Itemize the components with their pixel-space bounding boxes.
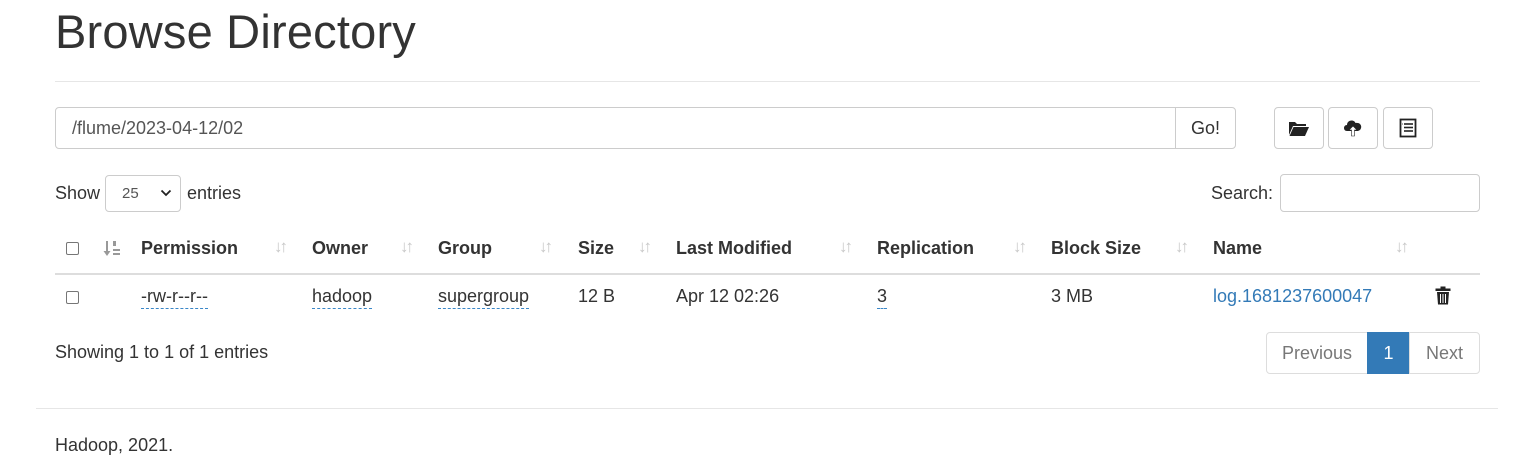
- block-size-cell: 3 MB: [1051, 286, 1094, 306]
- file-name-link[interactable]: log.1681237600047: [1213, 286, 1372, 307]
- owner-cell[interactable]: hadoop: [312, 286, 373, 309]
- create-directory-icon: [1289, 122, 1309, 136]
- group-cell[interactable]: supergroup: [438, 286, 530, 309]
- page-title: Browse Directory: [55, 5, 417, 58]
- column-header-name[interactable]: Name: [1213, 238, 1262, 259]
- size-cell: 12 B: [578, 286, 616, 306]
- column-header-block-size[interactable]: Block Size: [1051, 238, 1141, 259]
- page-length-value: 25: [122, 184, 139, 202]
- replication-cell[interactable]: 3: [877, 286, 888, 309]
- footer-divider: [36, 408, 1498, 409]
- column-header-size[interactable]: Size: [578, 238, 614, 259]
- path-bar: Go!: [55, 107, 1236, 149]
- last-modified-cell: Apr 12 02:26: [676, 286, 780, 306]
- cut-paste-icon: [1399, 118, 1417, 138]
- permission-cell[interactable]: -rw-r--r--: [141, 286, 208, 309]
- sort-group-icon[interactable]: ↓↑: [539, 237, 553, 257]
- previous-page-button[interactable]: Previous: [1266, 332, 1368, 374]
- chevron-down-icon: [160, 189, 172, 197]
- search-input[interactable]: [1280, 174, 1480, 212]
- table-header-divider: [55, 273, 1480, 275]
- column-header-last-modified[interactable]: Last Modified: [676, 238, 792, 259]
- select-all-checkbox[interactable]: [66, 242, 79, 255]
- trash-icon[interactable]: [1435, 286, 1451, 305]
- page-length-control: Show 25 entries: [55, 174, 242, 212]
- row-checkbox[interactable]: [66, 291, 79, 304]
- go-button[interactable]: Go!: [1175, 107, 1236, 149]
- column-header-owner[interactable]: Owner: [312, 238, 368, 259]
- current-page-button[interactable]: 1: [1367, 332, 1410, 374]
- upload-icon: [1344, 120, 1362, 137]
- sort-permission-icon[interactable]: ↓↑: [274, 237, 288, 257]
- column-header-group[interactable]: Group: [438, 238, 492, 259]
- title-divider: [55, 81, 1480, 82]
- sort-owner-icon[interactable]: ↓↑: [400, 237, 414, 257]
- page-length-select[interactable]: 25: [105, 174, 182, 212]
- next-page-button[interactable]: Next: [1409, 332, 1480, 374]
- search-label: Search:: [1210, 182, 1273, 203]
- sort-number-icon[interactable]: [103, 240, 121, 257]
- column-header-replication[interactable]: Replication: [877, 238, 974, 259]
- sort-block-size-icon[interactable]: ↓↑: [1175, 237, 1189, 257]
- search-control: Search:: [1211, 174, 1480, 212]
- sort-last-modified-icon[interactable]: ↓↑: [839, 237, 853, 257]
- footer-text: Hadoop, 2021.: [55, 435, 174, 455]
- table-info: Showing 1 to 1 of 1 entries: [55, 342, 269, 362]
- cut-paste-button[interactable]: [1383, 107, 1433, 149]
- sort-name-icon[interactable]: ↓↑: [1395, 237, 1409, 257]
- pagination: Previous 1 Next: [1266, 332, 1480, 374]
- show-label: Show: [55, 182, 101, 203]
- entries-label: entries: [187, 182, 242, 203]
- sort-replication-icon[interactable]: ↓↑: [1013, 237, 1027, 257]
- create-directory-button[interactable]: [1274, 107, 1324, 149]
- column-header-permission[interactable]: Permission: [141, 238, 238, 259]
- directory-path-input[interactable]: [55, 107, 1176, 149]
- sort-size-icon[interactable]: ↓↑: [638, 237, 652, 257]
- upload-button[interactable]: [1328, 107, 1378, 149]
